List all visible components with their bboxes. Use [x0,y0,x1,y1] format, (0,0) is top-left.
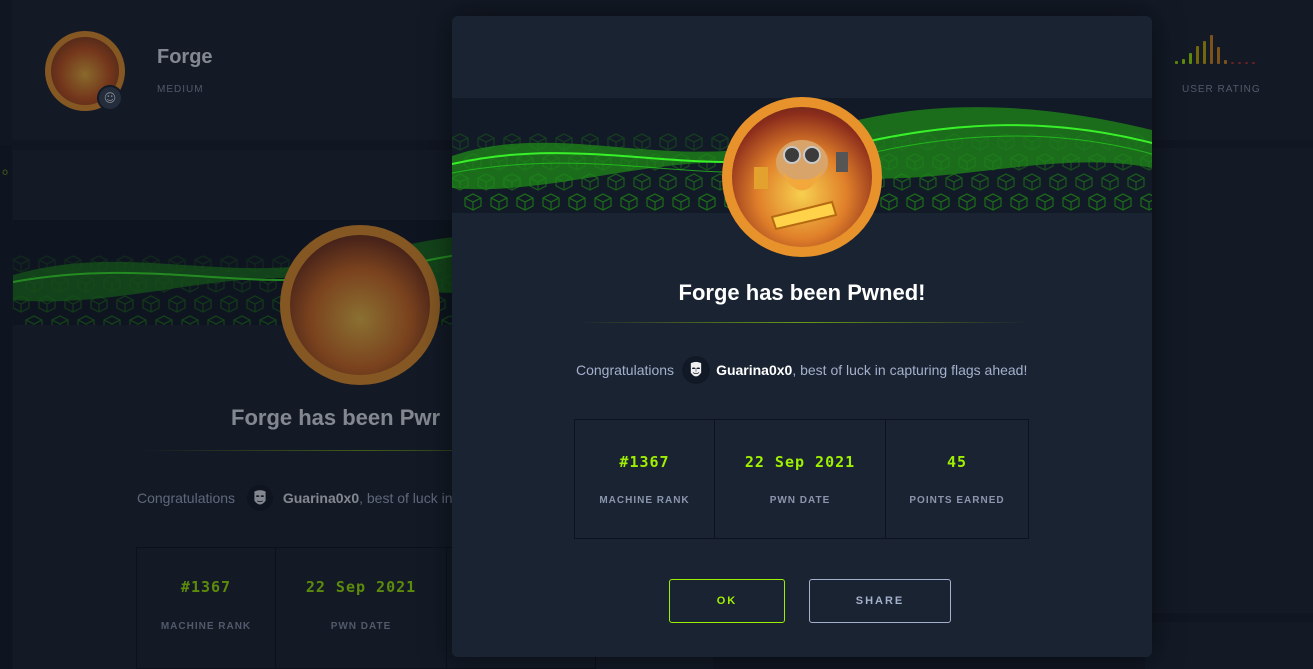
stat-label: POINTS EARNED [909,495,1005,506]
stat-value: 45 [946,453,968,471]
congrats-text: Congratulations Guarina0x0, best of luck… [576,356,1028,384]
congrats-suffix: , best of luck in capturing flags ahead! [792,362,1028,378]
stat-machine-rank: #1367 MACHINE RANK [575,420,715,538]
machine-avatar-large [722,97,882,257]
stat-points-earned: 45 POINTS EARNED [886,420,1028,538]
forge-dwarf-icon [754,140,848,231]
stats-grid: #1367 MACHINE RANK 22 Sep 2021 PWN DATE … [574,419,1029,539]
share-button[interactable]: SHARE [809,579,951,623]
modal-title: Forge has been Pwned! [678,280,926,305]
pwned-modal: Forge has been Pwned! Congratulations Gu… [452,16,1152,657]
stat-value: 22 Sep 2021 [744,453,856,471]
congrats-prefix: Congratulations [576,362,675,378]
stat-label: PWN DATE [769,495,831,506]
stat-label: MACHINE RANK [599,495,690,506]
stat-pwn-date: 22 Sep 2021 PWN DATE [715,420,886,538]
title-divider [577,322,1027,323]
username[interactable]: Guarina0x0 [716,362,792,378]
user-mask-icon [682,356,711,384]
ok-button[interactable]: OK [669,579,785,623]
stat-value: #1367 [619,453,670,471]
